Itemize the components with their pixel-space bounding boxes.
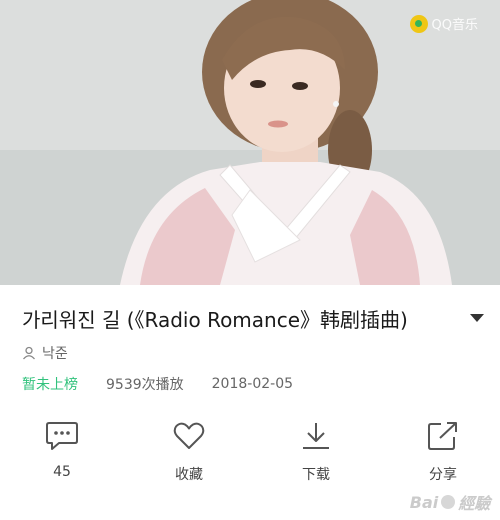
artist-name: 낙준: [42, 346, 68, 362]
expand-arrow-icon[interactable]: [470, 314, 484, 322]
release-date: 2018-02-05: [211, 376, 294, 392]
share-label: 分享: [429, 467, 457, 483]
song-title-row: 가리워진 길 (《Radio Romance》韩剧插曲): [22, 300, 488, 336]
album-cover-image: QQ音乐: [0, 0, 500, 285]
share-button[interactable]: 分享: [403, 420, 483, 484]
qq-music-logo-text: QQ音乐: [431, 18, 478, 33]
download-label: 下载: [302, 467, 330, 483]
comment-count: 45: [53, 464, 71, 480]
download-button[interactable]: 下载: [276, 420, 356, 484]
share-icon: [428, 422, 457, 450]
play-count: 9539次播放: [106, 377, 184, 393]
person-icon: [23, 346, 35, 360]
artist-row[interactable]: 낙준: [22, 343, 68, 363]
download-icon: [303, 423, 329, 449]
qq-music-logo-icon: [409, 14, 428, 33]
watermark-logo: Bai 經驗: [409, 492, 491, 514]
qq-music-logo: QQ音乐: [409, 14, 478, 33]
comment-button[interactable]: 45: [22, 420, 102, 480]
chart-status[interactable]: 暂未上榜: [22, 374, 78, 394]
portrait-illustration: [0, 0, 500, 285]
comment-icon: [46, 422, 78, 450]
heart-icon: [173, 422, 205, 449]
favorite-label: 收藏: [175, 467, 203, 483]
action-bar: 45 收藏 下载 分享: [0, 420, 500, 500]
song-title: 가리워진 길 (《Radio Romance》韩剧插曲): [22, 307, 408, 332]
favorite-button[interactable]: 收藏: [149, 420, 229, 484]
song-meta-row: 暂未上榜 9539次播放 2018-02-05: [22, 374, 293, 394]
